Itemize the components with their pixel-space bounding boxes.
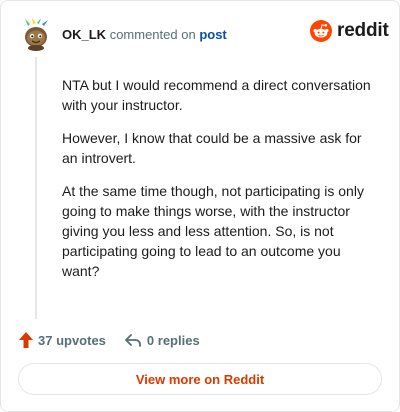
comment-paragraph: NTA but I would recommend a direct conve…	[62, 77, 371, 113]
replies-button[interactable]: 0 replies	[124, 332, 200, 348]
reddit-wordmark: reddit	[337, 20, 389, 41]
comment-header: OK_LK commented on post	[62, 27, 227, 43]
upvote-count: 37 upvotes	[38, 332, 106, 348]
user-avatar[interactable]	[19, 17, 53, 51]
reply-count: 0 replies	[146, 332, 200, 348]
reddit-alien-icon	[310, 20, 332, 42]
comment-paragraph: However, I know that could be a massive …	[62, 130, 362, 166]
comment-username[interactable]: OK_LK	[62, 27, 106, 42]
comment-action-text: commented on	[109, 27, 196, 42]
reddit-logo[interactable]: reddit	[310, 20, 389, 42]
avatar-snoo-icon	[25, 18, 48, 51]
comment-body: NTA but I would recommend a direct conve…	[62, 75, 372, 294]
reply-arrow-icon	[125, 334, 141, 347]
thread-line	[35, 57, 37, 319]
comment-embed-card: OK_LK commented on post reddit NTA but I…	[0, 0, 400, 412]
comment-paragraph: At the same time though, not participati…	[62, 183, 364, 279]
view-more-label: View more on Reddit	[135, 371, 265, 387]
upvote-arrow-icon	[19, 332, 33, 348]
post-link[interactable]: post	[199, 27, 226, 42]
view-more-button[interactable]: View more on Reddit	[18, 363, 382, 395]
upvote-button[interactable]: 37 upvotes	[18, 331, 106, 349]
comment-actions: 37 upvotes 0 replies	[18, 329, 200, 351]
